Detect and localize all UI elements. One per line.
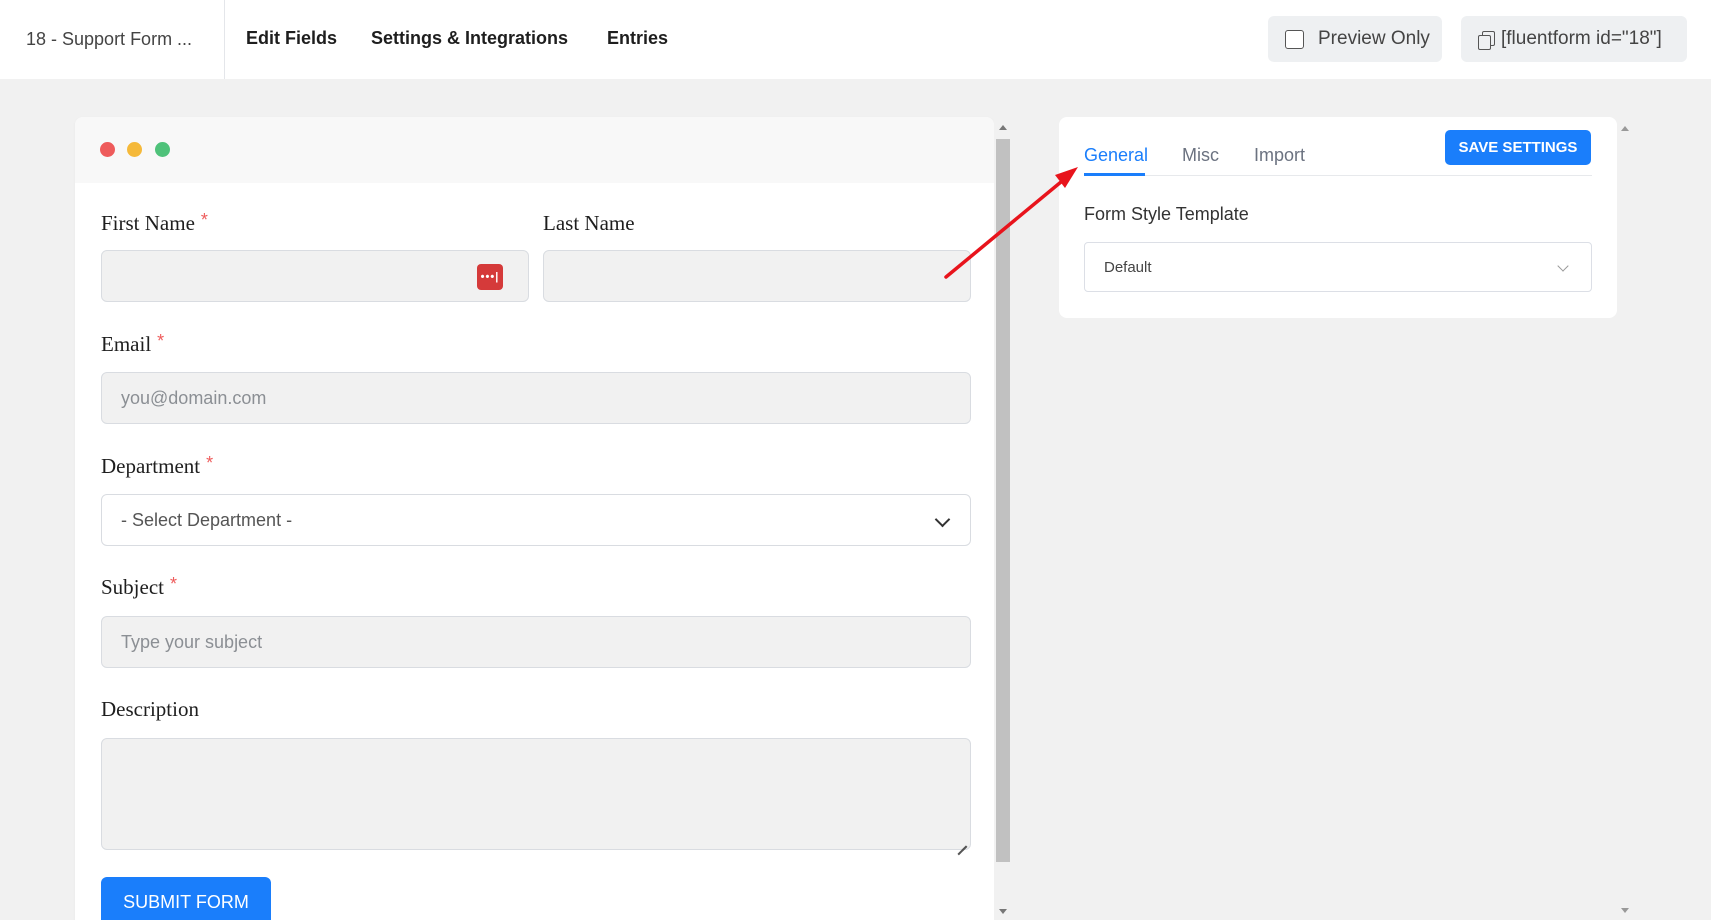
settings-panel: General Misc Import SAVE SETTINGS Form S…	[1059, 117, 1617, 318]
preview-window-header	[75, 117, 994, 183]
top-bar: 18 - Support Form ... Edit Fields Settin…	[0, 0, 1711, 79]
description-textarea[interactable]	[101, 738, 971, 850]
nav-edit-fields[interactable]: Edit Fields	[246, 28, 337, 49]
subject-placeholder: Type your subject	[121, 631, 263, 652]
nav-settings-integrations[interactable]: Settings & Integrations	[371, 28, 568, 49]
required-marker: *	[200, 210, 208, 230]
form-style-template-label: Form Style Template	[1084, 204, 1249, 224]
shortcode-text: [fluentform id="18"]	[1501, 28, 1662, 49]
first-name-label-text: First Name	[101, 211, 195, 235]
window-maximize-dot	[155, 142, 170, 157]
window-close-dot	[100, 142, 115, 157]
first-name-input[interactable]: •••|	[101, 250, 529, 302]
subject-input[interactable]: Type your subject	[101, 616, 971, 668]
save-settings-button[interactable]: SAVE SETTINGS	[1445, 130, 1591, 165]
last-name-label-text: Last Name	[543, 211, 635, 235]
chevron-down-icon	[1557, 260, 1569, 272]
chevron-down-icon	[934, 511, 951, 528]
page-scroll-up-icon[interactable]	[1621, 126, 1629, 131]
email-input[interactable]: you@domain.com	[101, 372, 971, 424]
required-marker: *	[157, 331, 165, 351]
scroll-up-icon[interactable]	[999, 125, 1007, 130]
scrollbar-thumb[interactable]	[996, 139, 1010, 862]
tab-general[interactable]: General	[1084, 145, 1148, 166]
preview-only-toggle[interactable]: Preview Only	[1268, 16, 1442, 62]
preview-checkbox[interactable]	[1285, 29, 1304, 49]
resize-handle-icon[interactable]	[957, 836, 967, 846]
window-minimize-dot	[127, 142, 142, 157]
preview-label: Preview Only	[1318, 28, 1430, 49]
active-tab-indicator	[1084, 173, 1145, 176]
required-marker: *	[170, 574, 178, 594]
description-label: Description	[101, 697, 199, 722]
password-manager-icon[interactable]: •••|	[477, 264, 503, 290]
required-marker: *	[206, 453, 214, 473]
department-label: Department *	[101, 453, 214, 479]
department-label-text: Department	[101, 454, 201, 478]
subject-label: Subject *	[101, 574, 178, 600]
form-style-template-select[interactable]: Default	[1084, 242, 1592, 292]
email-label: Email *	[101, 331, 165, 357]
tab-divider	[1084, 175, 1592, 176]
description-label-text: Description	[101, 697, 199, 721]
tab-misc[interactable]: Misc	[1182, 145, 1219, 166]
page-scroll-down-icon[interactable]	[1621, 908, 1629, 913]
submit-form-button[interactable]: SUBMIT FORM	[101, 877, 271, 920]
style-template-value: Default	[1104, 258, 1152, 276]
scroll-down-icon[interactable]	[999, 909, 1007, 914]
subject-label-text: Subject	[101, 575, 164, 599]
last-name-label: Last Name	[543, 211, 635, 236]
shortcode-copy-button[interactable]: [fluentform id="18"]	[1461, 16, 1687, 62]
form-title[interactable]: 18 - Support Form ...	[0, 0, 225, 79]
copy-icon	[1478, 30, 1495, 50]
preview-scrollbar[interactable]	[994, 117, 1012, 920]
email-placeholder: you@domain.com	[121, 387, 267, 408]
department-select[interactable]: - Select Department -	[101, 494, 971, 546]
first-name-label: First Name *	[101, 210, 208, 236]
department-selected-value: - Select Department -	[121, 509, 293, 530]
tab-import[interactable]: Import	[1254, 145, 1305, 166]
form-preview-card: First Name * •••| Last Name Email * you@do…	[75, 117, 994, 920]
email-label-text: Email	[101, 332, 152, 356]
nav-entries[interactable]: Entries	[607, 28, 668, 49]
last-name-input[interactable]	[543, 250, 971, 302]
